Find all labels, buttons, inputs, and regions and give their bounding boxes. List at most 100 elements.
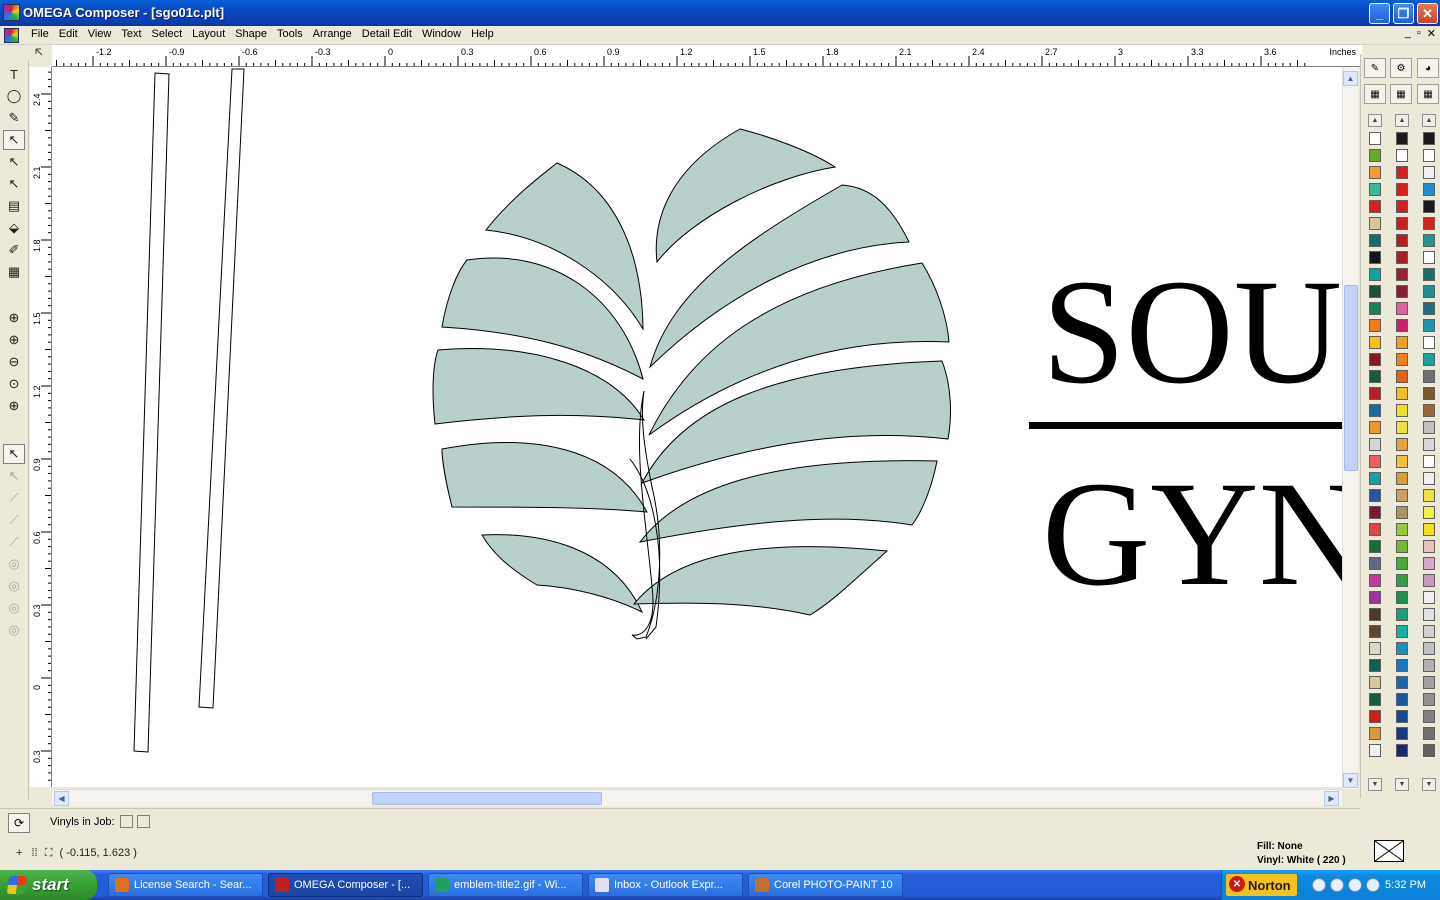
- scroll-up-button[interactable]: ▲: [1343, 71, 1358, 86]
- text-tool-icon[interactable]: T: [3, 64, 25, 84]
- palette-swatch[interactable]: [1369, 166, 1381, 179]
- path-tool-4-icon[interactable]: ⟋: [3, 510, 25, 530]
- palette-1-down-button[interactable]: ▼: [1368, 778, 1382, 791]
- palette-swatch[interactable]: [1423, 727, 1435, 740]
- palette-vinyl-3-icon[interactable]: ▦: [1417, 84, 1439, 104]
- palette-swatch[interactable]: [1369, 387, 1381, 400]
- palette-vinyl-2-icon[interactable]: ▦: [1390, 84, 1412, 104]
- menu-text[interactable]: Text: [116, 28, 146, 40]
- palette-swatch[interactable]: [1423, 523, 1435, 536]
- palette-swatch[interactable]: [1423, 744, 1435, 757]
- palette-swatch[interactable]: [1423, 489, 1435, 502]
- taskbar-button[interactable]: Corel PHOTO-PAINT 10: [748, 873, 903, 897]
- select-node-icon[interactable]: ↖: [3, 174, 25, 194]
- palette-swatch[interactable]: [1369, 149, 1381, 162]
- shape-tool-icon[interactable]: ◯: [3, 86, 25, 106]
- logo-divider-line[interactable]: [1029, 422, 1342, 429]
- palette-swatch[interactable]: [1369, 591, 1381, 604]
- palette-swatch[interactable]: [1423, 659, 1435, 672]
- palette-swatch[interactable]: [1369, 727, 1381, 740]
- palette-swatch[interactable]: [1423, 472, 1435, 485]
- spiral-3-icon[interactable]: ◎: [3, 598, 25, 618]
- scroll-right-button[interactable]: ▶: [1324, 791, 1339, 806]
- leaf-emblem[interactable]: [432, 128, 951, 616]
- palette-swatch[interactable]: [1369, 642, 1381, 655]
- horizontal-scroll-thumb[interactable]: [372, 792, 602, 805]
- menu-layout[interactable]: Layout: [187, 28, 230, 40]
- palette-swatch[interactable]: [1423, 132, 1435, 145]
- palette-swatch[interactable]: [1396, 285, 1408, 298]
- palette-swatch[interactable]: [1396, 268, 1408, 281]
- palette-swatch[interactable]: [1396, 370, 1408, 383]
- palette-swatch[interactable]: [1369, 319, 1381, 332]
- vertical-scroll-thumb[interactable]: [1344, 285, 1358, 471]
- fill-bucket-icon[interactable]: ⬙: [3, 218, 25, 238]
- palette-swatch[interactable]: [1369, 744, 1381, 757]
- palette-swatch[interactable]: [1423, 234, 1435, 247]
- document-icon[interactable]: [4, 28, 19, 43]
- palette-swatch[interactable]: [1423, 455, 1435, 468]
- palette-swatch[interactable]: [1396, 574, 1408, 587]
- palette-swatch[interactable]: [1423, 421, 1435, 434]
- palette-swatch[interactable]: [1369, 285, 1381, 298]
- palette-swatch[interactable]: [1396, 421, 1408, 434]
- palette-swatch[interactable]: [1423, 200, 1435, 213]
- palette-swatch[interactable]: [1423, 710, 1435, 723]
- palette-swatch[interactable]: [1423, 625, 1435, 638]
- palette-swatch[interactable]: [1423, 319, 1435, 332]
- palette-swatch[interactable]: [1396, 727, 1408, 740]
- spiral-1-icon[interactable]: ◎: [3, 554, 25, 574]
- grid-icon[interactable]: ▦: [3, 262, 25, 282]
- palette-swatch[interactable]: [1423, 251, 1435, 264]
- palette-swatch[interactable]: [1396, 591, 1408, 604]
- menu-arrange[interactable]: Arrange: [308, 28, 357, 40]
- menu-detail-edit[interactable]: Detail Edit: [357, 28, 417, 40]
- palette-swatch[interactable]: [1396, 251, 1408, 264]
- spiral-2-icon[interactable]: ◎: [3, 576, 25, 596]
- palette-swatch[interactable]: [1396, 540, 1408, 553]
- zoom-out-icon[interactable]: ⊖: [3, 352, 25, 372]
- palette-swatch[interactable]: [1396, 200, 1408, 213]
- palette-3-down-button[interactable]: ▼: [1422, 778, 1436, 791]
- palette-swatch[interactable]: [1396, 149, 1408, 162]
- palette-swatch[interactable]: [1396, 710, 1408, 723]
- menu-select[interactable]: Select: [147, 28, 188, 40]
- taskbar-button[interactable]: OMEGA Composer - [...: [268, 873, 423, 897]
- taskbar-button[interactable]: emblem-title2.gif - Wi...: [428, 873, 583, 897]
- palette-tool-1-icon[interactable]: ✎: [1364, 58, 1386, 78]
- palette-swatch[interactable]: [1369, 268, 1381, 281]
- horizontal-scrollbar[interactable]: ◀ ▶: [52, 789, 1342, 806]
- palette-tool-2-icon[interactable]: ⚙: [1390, 58, 1412, 78]
- palette-swatch[interactable]: [1369, 251, 1381, 264]
- palette-swatch[interactable]: [1369, 523, 1381, 536]
- palette-swatch[interactable]: [1369, 302, 1381, 315]
- mdi-restore-button[interactable]: ▫: [1417, 27, 1421, 40]
- palette-swatch[interactable]: [1423, 149, 1435, 162]
- start-button[interactable]: start: [0, 870, 97, 900]
- tray-volume-icon[interactable]: [1366, 878, 1380, 892]
- palette-swatch[interactable]: [1369, 183, 1381, 196]
- palette-swatch[interactable]: [1396, 489, 1408, 502]
- palette-swatch[interactable]: [1423, 166, 1435, 179]
- ruler-horizontal[interactable]: Inches -1.2 -0.9 -0.6 -0.3 0 0.3 0.6 0.9 1.2 1.5 1…: [52, 45, 1362, 67]
- palette-swatch[interactable]: [1396, 642, 1408, 655]
- palette-swatch[interactable]: [1396, 166, 1408, 179]
- palette-swatch[interactable]: [1423, 557, 1435, 570]
- tray-monitor-icon[interactable]: [1348, 878, 1362, 892]
- palette-swatch[interactable]: [1396, 183, 1408, 196]
- scroll-left-button[interactable]: ◀: [54, 791, 69, 806]
- zoom-fit-icon[interactable]: ⊕: [3, 330, 25, 350]
- logo-word-bottom[interactable]: GYN: [1042, 451, 1342, 617]
- path-edit-icon[interactable]: ↖: [3, 444, 25, 464]
- palette-swatch[interactable]: [1369, 540, 1381, 553]
- scroll-down-button[interactable]: ▼: [1343, 773, 1358, 788]
- menu-window[interactable]: Window: [417, 28, 466, 40]
- palette-swatch[interactable]: [1369, 659, 1381, 672]
- palette-swatch[interactable]: [1369, 489, 1381, 502]
- palette-swatch[interactable]: [1423, 676, 1435, 689]
- zoom-in-icon[interactable]: ⊕: [3, 308, 25, 328]
- palette-swatch[interactable]: [1423, 302, 1435, 315]
- tray-network-icon[interactable]: [1330, 878, 1344, 892]
- close-button[interactable]: ✕: [1417, 3, 1438, 24]
- outline-strip-left[interactable]: [133, 72, 170, 753]
